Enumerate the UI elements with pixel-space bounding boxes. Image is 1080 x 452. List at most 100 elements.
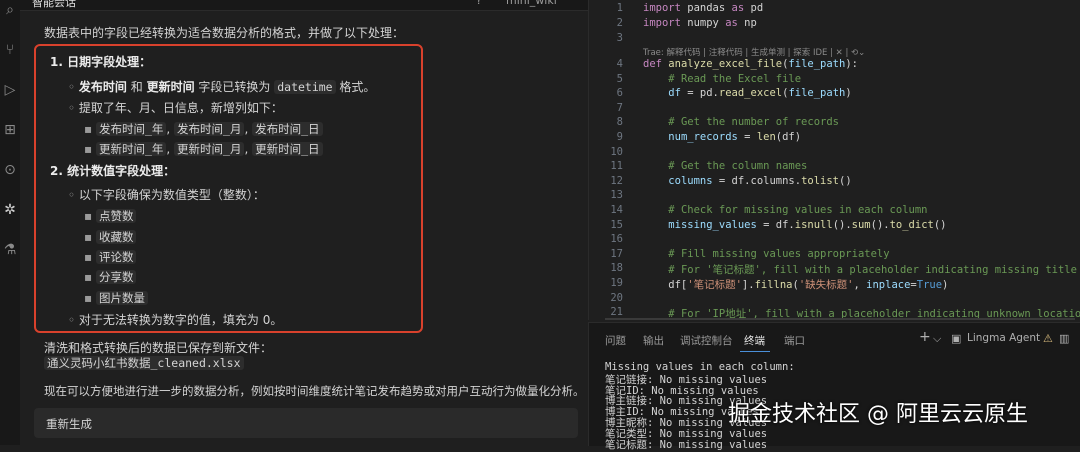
regenerate-button[interactable]: 重新生成 <box>34 408 578 438</box>
new-cols-row1: ▪ 发布时间_年, 发布时间_月, 发布时间_日 <box>84 121 323 137</box>
search-icon[interactable]: ⌕ <box>0 2 20 18</box>
code-text: # Fill missing values appropriately <box>643 248 889 260</box>
code-token: () <box>839 174 852 187</box>
code-line[interactable]: 18 # For '笔记标题', fill with a placeholder… <box>589 262 1080 277</box>
code-token: np <box>737 17 757 29</box>
code-token: # Get the column names <box>668 160 808 173</box>
user-menu[interactable]: mini_wiki <box>506 0 557 7</box>
tab-debug-console[interactable]: 调试控制台 <box>680 333 733 348</box>
code-text: # Check for missing values in each colum… <box>643 204 927 216</box>
horizontal-scrollbar[interactable] <box>605 318 1075 320</box>
chat-panel: 智能会话 ? mini_wiki 数据表中的字段已经转换为适合数据分析的格式，并… <box>20 0 588 445</box>
tab-output[interactable]: 输出 <box>643 333 664 348</box>
code-token: ) <box>845 87 852 100</box>
terminal-icon: ▣ <box>951 332 962 345</box>
tab-ports[interactable]: 端口 <box>784 333 805 348</box>
field-update-time: 更新时间 <box>146 80 195 94</box>
code-line[interactable]: 1 import pandas as pd <box>589 2 1080 17</box>
code-line[interactable]: 14 # Check for missing values in each co… <box>589 204 1080 219</box>
code-token: tolist <box>801 174 840 187</box>
datetime-code: datetime <box>274 80 336 94</box>
and-text: 和 <box>126 80 147 94</box>
activity-bar: ⌕ ⑂ ▷ ⊞ ⊙ ✲ ⚗ <box>0 0 21 445</box>
line-number: 17 <box>610 247 623 260</box>
code-token: = df. <box>756 218 795 231</box>
line-number: 12 <box>610 174 623 187</box>
numeric-text: 以下字段确保为数值类型（整数）： <box>78 188 265 202</box>
remote-icon[interactable]: ⊙ <box>0 162 20 178</box>
code-token: (). <box>870 218 890 231</box>
numeric-field: ▪ 评论数 <box>84 249 137 265</box>
section2-item2: ◦ 对于无法转换为数字的值，填充为 0。 <box>68 313 283 327</box>
code-line[interactable]: 6 df = pd.read_excel(file_path) <box>589 87 1080 102</box>
code-editor[interactable]: Trae: 解释代码 | 注释代码 | 生成单测 | 探索 IDE | ✕ | … <box>588 0 1080 320</box>
line-number: 9 <box>616 131 623 143</box>
code-lens[interactable]: Trae: 解释代码 | 注释代码 | 生成单测 | 探索 IDE | ✕ | … <box>643 46 865 58</box>
field-code: 分享数 <box>95 270 137 284</box>
code-token: , <box>853 279 867 291</box>
code-line[interactable]: 2 import numpy as np <box>589 17 1080 32</box>
code-line[interactable]: 11 # Get the column names <box>589 160 1080 175</box>
code-line[interactable]: 15 missing_values = df.isnull().sum().to… <box>589 219 1080 234</box>
line-number: 8 <box>616 116 623 129</box>
line-number: 10 <box>610 145 623 158</box>
code-line[interactable]: 5 # Read the Excel file <box>589 73 1080 88</box>
sep: , <box>166 122 175 136</box>
chat-title[interactable]: 智能会话 <box>32 0 76 10</box>
run-debug-icon[interactable]: ▷ <box>0 82 20 98</box>
code-token: isnull <box>794 218 833 231</box>
extensions-icon[interactable]: ⊞ <box>0 122 20 138</box>
code-line[interactable]: 10 <box>589 146 1080 161</box>
new-cols-row2: ▪ 更新时间_年, 更新时间_月, 更新时间_日 <box>84 141 323 157</box>
code-token: '缺失标题' <box>798 279 854 291</box>
converted-text: 字段已转换为 <box>194 80 275 94</box>
code-token: inplace <box>866 279 911 291</box>
code-token: numpy <box>680 17 726 29</box>
code-line[interactable]: 3 <box>589 32 1080 47</box>
col-code: 更新时间_月 <box>174 142 245 156</box>
tab-problems[interactable]: 问题 <box>605 333 626 348</box>
split-icon[interactable]: ▥ <box>1059 332 1069 345</box>
code-token: = <box>737 131 757 143</box>
line-number: 7 <box>616 101 623 114</box>
tab-terminal[interactable]: 终端 <box>744 333 765 348</box>
terminal-name[interactable]: Lingma Agent <box>967 332 1040 344</box>
saved-file: 通义灵码小红书数据_cleaned.xlsx <box>44 355 244 371</box>
code-line[interactable]: 12 columns = df.columns.tolist() <box>589 175 1080 190</box>
lingma-icon[interactable]: ✲ <box>0 202 20 218</box>
sep: , <box>244 142 253 156</box>
add-terminal-icon[interactable]: + <box>919 329 931 345</box>
code-line[interactable]: 7 <box>589 102 1080 117</box>
code-line[interactable]: 4 def analyze_excel_file(file_path): <box>589 58 1080 73</box>
numeric-field: ▪ 图片数量 <box>84 290 148 306</box>
chevron-down-icon[interactable]: ⌵ <box>933 332 941 346</box>
code-line[interactable]: 8 # Get the number of records <box>589 116 1080 131</box>
line-number: 11 <box>610 160 623 173</box>
col-code: 更新时间_年 <box>95 142 167 156</box>
code-token: # Read the Excel file <box>668 72 802 85</box>
line-number: 4 <box>616 58 623 70</box>
closing-text: 现在可以方便地进行进一步的数据分析，例如按时间维度统计笔记发布趋势或对用户互动行… <box>44 384 585 398</box>
source-control-icon[interactable]: ⑂ <box>0 42 20 58</box>
regenerate-label: 重新生成 <box>46 417 92 431</box>
code-token: num_records <box>668 131 738 143</box>
code-line[interactable]: 20 <box>589 292 1080 307</box>
field-publish-time: 发布时间 <box>78 80 127 94</box>
code-token: sum <box>851 218 871 231</box>
code-token: as <box>731 2 745 14</box>
help-icon[interactable]: ? <box>476 0 482 7</box>
numeric-field: ▪ 点赞数 <box>84 208 137 224</box>
testing-icon[interactable]: ⚗ <box>0 242 20 258</box>
code-line[interactable]: 19 df['笔记标题'].fillna('缺失标题', inplace=Tru… <box>589 277 1080 292</box>
code-line[interactable]: 9 num_records = len(df) <box>589 131 1080 146</box>
code-line[interactable]: 13 <box>589 189 1080 204</box>
code-line[interactable]: 17 # Fill missing values appropriately <box>589 248 1080 263</box>
intro-text: 数据表中的字段已经转换为适合数据分析的格式，并做了以下处理： <box>44 26 405 40</box>
code-line[interactable]: 16 <box>589 233 1080 248</box>
section2-title: 2. 统计数值字段处理： <box>50 164 176 178</box>
